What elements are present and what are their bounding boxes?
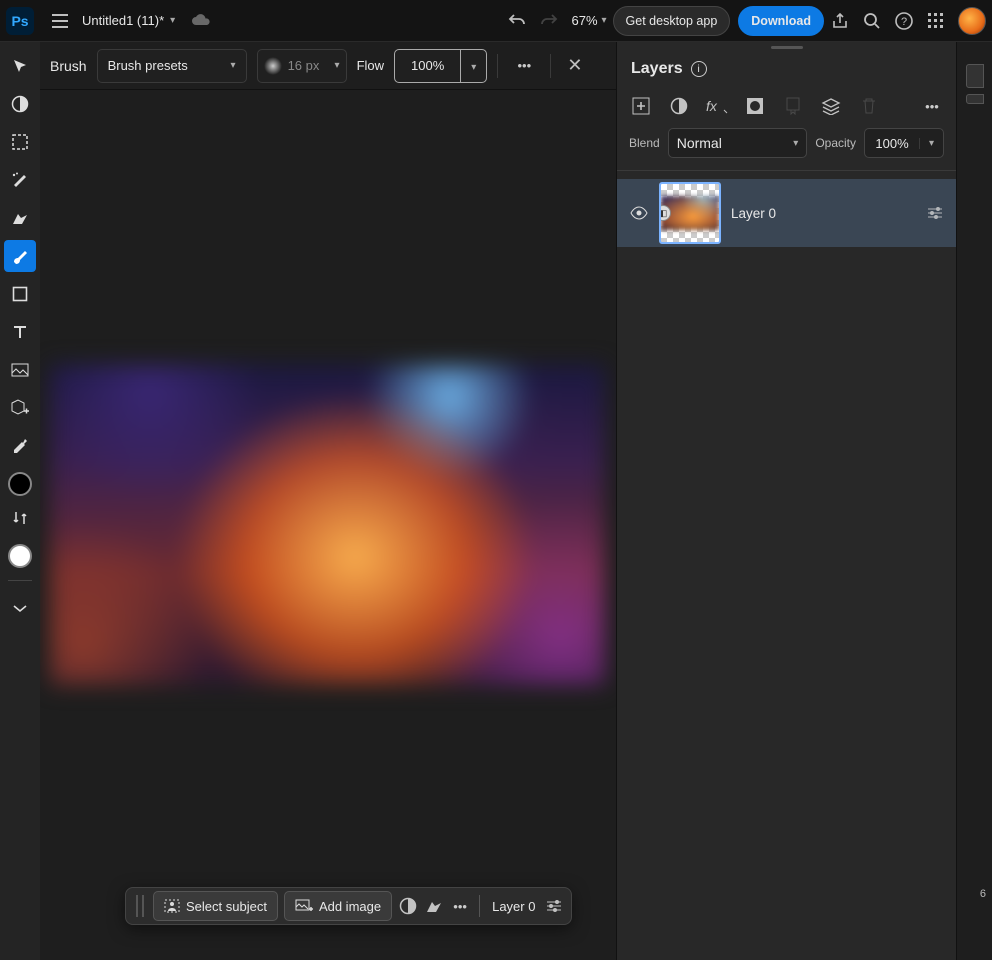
cloud-status-icon[interactable] [185,5,217,37]
get-desktop-button[interactable]: Get desktop app [613,6,731,36]
add-image-tool[interactable] [4,392,36,424]
chevron-down-icon: ▾ [793,138,798,149]
chevron-down-icon: ▾ [602,15,607,26]
right-strip [956,42,992,960]
user-avatar[interactable] [958,7,986,35]
layer-name[interactable]: Layer 0 [731,206,916,221]
spot-heal-tool[interactable] [4,164,36,196]
brush-size-field[interactable]: 16 px ▾ [257,49,347,83]
svg-text:?: ? [901,16,907,28]
delete-layer-icon[interactable] [857,94,881,118]
blend-label: Blend [629,136,660,150]
select-subject-button[interactable]: Select subject [153,891,278,921]
zoom-value: 67% [571,13,597,28]
chevron-down-icon: ▾ [170,15,175,26]
clip-icon[interactable] [781,94,805,118]
layer-list: ◧ Layer 0 [617,171,956,960]
zoom-level[interactable]: 67% ▾ [571,13,606,28]
context-layer-label: Layer 0 [486,899,541,914]
image-tool[interactable] [4,354,36,386]
layer-properties-icon[interactable] [541,899,567,913]
brush-tool[interactable] [4,240,36,272]
background-color[interactable] [8,544,32,568]
brush-preview-icon [264,57,282,75]
blend-mode-dropdown[interactable]: Normal ▾ [668,128,808,158]
canvas-image [50,365,605,685]
separator [497,54,498,78]
layer-actions: fx ••• [617,90,956,128]
collapsed-panel-tab[interactable] [966,94,984,104]
download-button[interactable]: Download [738,6,824,36]
opacity-label: Opacity [815,136,856,150]
canvas-area[interactable]: Select subject Add image ••• Layer 0 [40,90,616,960]
flow-label: Flow [357,58,384,73]
document-title-text: Untitled1 (11)* [82,13,164,28]
toolbar [0,42,40,960]
chevron-down-icon: ▾ [919,138,943,149]
layer-thumbnail[interactable]: ◧ [659,182,721,244]
layer-properties-icon[interactable] [926,206,944,220]
ps-logo[interactable]: Ps [6,7,34,35]
layer-row[interactable]: ◧ Layer 0 [617,179,956,247]
marquee-tool[interactable] [4,126,36,158]
new-layer-icon[interactable] [629,94,653,118]
svg-text:fx: fx [706,98,718,114]
close-options-icon[interactable]: ✕ [561,55,588,76]
swap-colors[interactable] [4,502,36,534]
chevron-down-icon: ▾ [231,60,236,71]
flow-field[interactable]: 100% ▾ [394,49,487,83]
apps-grid-icon[interactable] [920,5,952,37]
visibility-toggle[interactable] [629,206,649,220]
undo-button[interactable] [501,5,533,37]
share-icon[interactable] [824,5,856,37]
collapsed-panel-tab[interactable] [966,64,984,88]
top-bar: Ps Untitled1 (11)* ▾ 67% ▾ Get desktop a… [0,0,992,42]
fx-icon[interactable]: fx [705,94,729,118]
context-bar: Select subject Add image ••• Layer 0 [125,887,572,925]
separator [550,54,551,78]
options-bar: Brush Brush presets ▾ 16 px ▾ Flow 100% … [40,42,616,90]
add-image-button[interactable]: Add image [284,891,392,921]
tool-name-label: Brush [50,58,87,74]
mask-icon[interactable] [743,94,767,118]
eyedropper-tool[interactable] [4,430,36,462]
panel-drag-handle[interactable] [617,42,956,52]
panel-menu-icon[interactable]: ••• [920,94,944,118]
opacity-field[interactable]: 100% ▾ [864,128,944,158]
document-title[interactable]: Untitled1 (11)* ▾ [82,13,175,28]
type-tool[interactable] [4,316,36,348]
help-icon[interactable]: ? [888,5,920,37]
menu-icon[interactable] [44,5,76,37]
foreground-color[interactable] [8,472,32,496]
redo-button[interactable] [533,5,565,37]
shape-tool[interactable] [4,278,36,310]
layers-panel: Layers i fx ••• Blend Normal ▾ Opacity 1… [616,42,956,960]
move-tool[interactable] [4,50,36,82]
adjust-tool[interactable] [4,88,36,120]
chevron-down-icon: ▾ [471,62,476,73]
drag-handle[interactable] [136,895,144,917]
info-icon[interactable]: i [691,61,707,77]
adjustment-layer-icon[interactable] [667,94,691,118]
brush-presets-dropdown[interactable]: Brush presets ▾ [97,49,247,83]
right-strip-counter: 6 [980,888,986,900]
separator [479,895,480,917]
quick-actions-tool[interactable] [4,202,36,234]
more-options-icon[interactable]: ••• [508,50,540,82]
separator [8,580,32,581]
more-tools[interactable] [4,593,36,625]
effects-icon[interactable] [421,898,447,914]
layers-panel-title: Layers [631,60,683,78]
search-icon[interactable] [856,5,888,37]
adjustments-icon[interactable] [395,897,421,915]
more-icon[interactable]: ••• [447,899,473,914]
chevron-down-icon: ▾ [335,60,340,71]
layer-stack-icon[interactable] [819,94,843,118]
